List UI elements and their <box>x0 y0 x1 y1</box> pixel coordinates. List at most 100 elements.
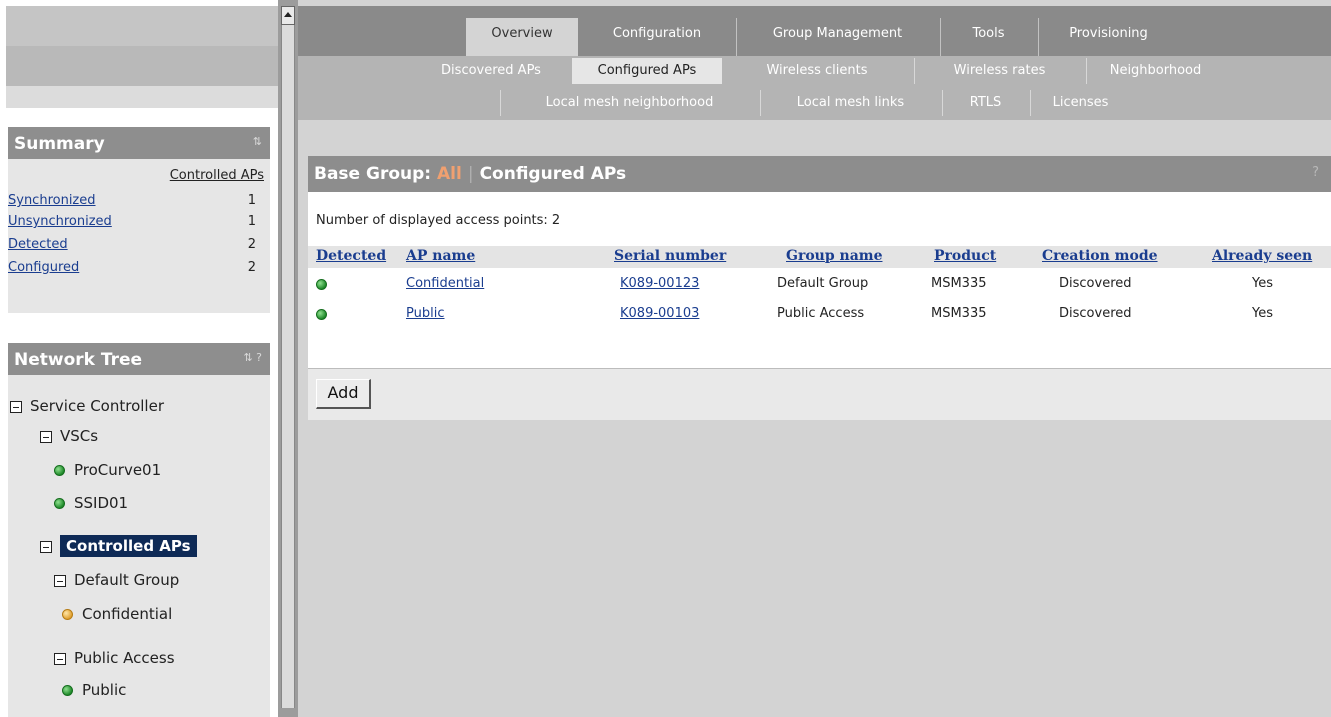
tab-configured-aps[interactable]: Configured APs <box>572 58 722 84</box>
tree-node-controlled-aps[interactable]: Controlled APs <box>40 535 197 563</box>
collapse-icon[interactable] <box>40 540 52 553</box>
tree-node-service-controller[interactable]: Service Controller <box>10 397 164 423</box>
creation-mode-cell: Discovered <box>1059 276 1132 291</box>
group-name-cell: Default Group <box>777 276 869 291</box>
column-header-creation-mode[interactable]: Creation mode <box>1042 248 1158 264</box>
tree-node-label: Public Access <box>74 649 175 667</box>
column-header-serial-number[interactable]: Serial number <box>614 248 726 264</box>
tree-node-label: Confidential <box>82 605 173 623</box>
tab-provisioning[interactable]: Provisioning <box>1038 18 1178 56</box>
summary-link-unsynchronized[interactable]: Unsynchronized <box>8 214 112 229</box>
already-seen-cell: Yes <box>1252 276 1273 291</box>
title-separator: | <box>467 164 474 184</box>
tab-tools[interactable]: Tools <box>940 18 1036 56</box>
tree-node-label: Public <box>82 681 127 699</box>
left-header-strip-3 <box>6 86 278 108</box>
summary-panel: Controlled APs Synchronized 1 Unsynchron… <box>8 159 270 313</box>
collapse-icon[interactable] <box>54 652 66 665</box>
ap-name-link[interactable]: Confidential <box>406 276 484 291</box>
page-title: Configured APs <box>479 164 627 184</box>
group-name-cell: Public Access <box>777 306 865 321</box>
summary-value: 2 <box>247 237 256 252</box>
tree-node-label: Service Controller <box>30 397 164 415</box>
action-bar: Add <box>308 368 1331 420</box>
left-header-strip-2 <box>6 46 278 86</box>
collapse-icon[interactable] <box>40 430 52 443</box>
left-panel: Summary ⇅ Controlled APs Synchronized 1 … <box>0 0 278 717</box>
ap-count-text: Number of displayed access points: 2 <box>316 213 561 228</box>
tree-node-label: ProCurve01 <box>74 461 162 479</box>
tab-wireless-clients[interactable]: Wireless clients <box>724 58 910 84</box>
status-green-icon <box>54 498 65 509</box>
creation-mode-cell: Discovered <box>1059 306 1132 321</box>
column-header-product[interactable]: Product <box>934 248 996 264</box>
product-cell: MSM335 <box>931 306 987 321</box>
serial-number-link[interactable]: K089-00123 <box>620 276 699 291</box>
status-green-icon <box>316 309 327 320</box>
network-tree: Service Controller VSCs ProCurve01 SSID0… <box>8 375 270 717</box>
tab-licenses[interactable]: Licenses <box>1030 90 1130 116</box>
tree-node-public[interactable]: Public <box>62 681 126 707</box>
tab-wireless-rates[interactable]: Wireless rates <box>914 58 1084 84</box>
ap-name-link[interactable]: Public <box>406 306 444 321</box>
base-group-label: Base Group: <box>314 164 438 184</box>
collapse-icon[interactable] <box>54 574 66 587</box>
summary-value: 1 <box>247 193 256 208</box>
already-seen-cell: Yes <box>1252 306 1273 321</box>
serial-number-link[interactable]: K089-00103 <box>620 306 699 321</box>
detected-status <box>316 277 336 292</box>
tab-neighborhood[interactable]: Neighborhood <box>1086 58 1224 84</box>
tab-local-mesh-links[interactable]: Local mesh links <box>760 90 940 116</box>
column-header-ap-name[interactable]: AP name <box>406 248 475 264</box>
summary-row-detected: Detected 2 <box>8 237 270 254</box>
detected-status <box>316 307 336 322</box>
secondary-tab-bar: Discovered APs Configured APs Wireless c… <box>298 56 1331 120</box>
summary-row-synchronized: Synchronized 1 <box>8 193 270 210</box>
scroll-up-arrow-icon[interactable] <box>281 6 295 25</box>
tab-rtls[interactable]: RTLS <box>942 90 1028 116</box>
tree-node-confidential[interactable]: Confidential <box>62 605 172 631</box>
tree-node-label: VSCs <box>60 427 99 445</box>
main-area: Overview Configuration Group Management … <box>298 0 1331 717</box>
summary-row-unsynchronized: Unsynchronized 1 <box>8 214 270 231</box>
tree-node-label: Default Group <box>74 571 180 589</box>
column-header-detected[interactable]: Detected <box>316 248 386 264</box>
product-cell: MSM335 <box>931 276 987 291</box>
left-header-strip <box>6 6 278 46</box>
tree-node-label: SSID01 <box>74 494 129 512</box>
refresh-icon[interactable]: ⇅ <box>253 135 262 148</box>
network-tree-title: Network Tree ⇅ ? <box>8 343 270 375</box>
summary-row-configured: Configured 2 <box>8 260 270 277</box>
tree-node-public-access[interactable]: Public Access <box>54 649 175 675</box>
configured-aps-panel: Number of displayed access points: 2 Det… <box>308 192 1331 368</box>
tree-node-vscs[interactable]: VSCs <box>40 427 98 453</box>
status-green-icon <box>316 279 327 290</box>
column-header-already-seen[interactable]: Already seen <box>1212 248 1312 264</box>
summary-value: 1 <box>247 214 256 229</box>
add-button[interactable]: Add <box>316 379 371 409</box>
tab-configuration[interactable]: Configuration <box>580 18 734 56</box>
summary-link-synchronized[interactable]: Synchronized <box>8 193 96 208</box>
tree-node-ssid01[interactable]: SSID01 <box>54 494 128 520</box>
summary-column-header: Controlled APs <box>169 168 264 183</box>
column-header-group-name[interactable]: Group name <box>786 248 882 264</box>
primary-tab-bar: Overview Configuration Group Management … <box>298 6 1331 56</box>
help-icon[interactable]: ? <box>1312 165 1319 180</box>
summary-value: 2 <box>247 260 256 275</box>
tab-overview[interactable]: Overview <box>466 18 578 56</box>
left-scrollbar[interactable] <box>278 0 298 717</box>
summary-link-configured[interactable]: Configured <box>8 260 79 275</box>
status-orange-icon <box>62 609 73 620</box>
tab-group-management[interactable]: Group Management <box>736 18 938 56</box>
tree-node-default-group[interactable]: Default Group <box>54 571 179 597</box>
status-green-icon <box>54 465 65 476</box>
tree-node-procurve01[interactable]: ProCurve01 <box>54 461 161 487</box>
scrollbar-track[interactable] <box>281 25 295 708</box>
summary-link-detected[interactable]: Detected <box>8 237 68 252</box>
tab-discovered-aps[interactable]: Discovered APs <box>416 58 566 84</box>
table-row: Public K089-00103 Public Access MSM335 D… <box>308 302 1331 326</box>
tab-local-mesh-neighborhood[interactable]: Local mesh neighborhood <box>500 90 758 116</box>
tree-refresh-help-icon[interactable]: ⇅ ? <box>243 351 262 364</box>
summary-title-text: Summary <box>14 134 105 154</box>
collapse-icon[interactable] <box>10 400 22 413</box>
